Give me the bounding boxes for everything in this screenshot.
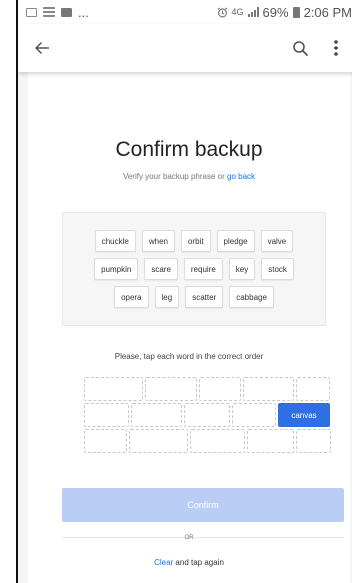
battery-icon: [292, 6, 300, 18]
search-button[interactable]: [282, 28, 318, 68]
empty-slot[interactable]: [232, 403, 276, 427]
or-label: OR: [184, 535, 194, 541]
list-icon: [43, 7, 55, 17]
word-chip[interactable]: chuckle: [94, 230, 136, 252]
word-bank: chuckle when orbit pledge valve pumpkin …: [62, 212, 326, 326]
confirm-button[interactable]: Confirm: [62, 488, 344, 522]
word-row: chuckle when orbit pledge valve: [94, 230, 294, 252]
instruction-text: Please, tap each word in the correct ord…: [114, 352, 264, 361]
word-chip[interactable]: valve: [260, 230, 294, 252]
word-chip[interactable]: require: [183, 258, 223, 280]
app-frame: ... 4G 69% 2:06 PM Confirm backup Verify…: [16, 0, 352, 583]
empty-slot[interactable]: [84, 377, 143, 401]
app-bar: [18, 24, 352, 72]
empty-slot[interactable]: [129, 429, 188, 453]
word-chip[interactable]: cabbage: [229, 286, 274, 308]
selected-word-slot[interactable]: canvas: [278, 403, 330, 427]
empty-slot[interactable]: [84, 429, 127, 453]
search-icon: [292, 40, 308, 56]
back-button[interactable]: [22, 28, 62, 68]
empty-slot[interactable]: [145, 377, 197, 401]
word-chip[interactable]: orbit: [180, 230, 211, 252]
video-icon: [61, 7, 72, 17]
word-row: opera leg scatter cabbage: [114, 286, 274, 308]
word-chip[interactable]: opera: [114, 286, 149, 308]
empty-slot[interactable]: [296, 429, 331, 453]
clear-suffix: and tap again: [175, 558, 224, 567]
empty-slot[interactable]: [243, 377, 294, 401]
slot-row: [84, 377, 334, 401]
empty-slot[interactable]: [247, 429, 294, 453]
empty-slot[interactable]: [184, 403, 230, 427]
status-bar: ... 4G 69% 2:06 PM: [18, 0, 352, 24]
arrow-left-icon: [34, 41, 49, 55]
word-chip[interactable]: scatter: [185, 286, 224, 308]
word-chip[interactable]: leg: [154, 286, 180, 308]
slot-row: [84, 429, 334, 453]
signal-icon: [247, 7, 259, 17]
image-icon: [26, 7, 37, 17]
backup-card: Confirm backup Verify your backup phrase…: [28, 72, 350, 583]
word-chip[interactable]: scare: [144, 258, 178, 280]
word-chip[interactable]: stock: [261, 258, 294, 280]
answer-slots: canvas: [84, 377, 334, 453]
more-options-button[interactable]: [318, 28, 352, 68]
subtitle: Verify your backup phrase or go back: [28, 172, 350, 181]
clear-link[interactable]: Clear: [154, 558, 173, 567]
empty-slot[interactable]: [131, 403, 182, 427]
empty-slot[interactable]: [199, 377, 241, 401]
word-chip[interactable]: pledge: [216, 230, 255, 252]
slot-row: canvas: [84, 403, 334, 427]
word-chip[interactable]: pumpkin: [94, 258, 139, 280]
word-chip[interactable]: key: [228, 258, 256, 280]
content-area: Confirm backup Verify your backup phrase…: [18, 72, 352, 583]
page-title: Confirm backup: [115, 138, 263, 161]
battery-percent: 69%: [262, 4, 289, 20]
word-chip[interactable]: when: [141, 230, 175, 252]
status-right: 4G 69% 2:06 PM: [217, 5, 352, 20]
status-time: 2:06 PM: [303, 4, 352, 20]
word-row: pumpkin scare require key stock: [94, 258, 294, 280]
more-vert-icon: [334, 40, 338, 56]
go-back-link[interactable]: go back: [227, 172, 255, 181]
status-left: ...: [18, 5, 89, 20]
status-ellipsis: ...: [78, 4, 89, 20]
alarm-icon: [217, 6, 227, 17]
empty-slot[interactable]: [296, 377, 330, 401]
empty-slot[interactable]: [84, 403, 129, 427]
empty-slot[interactable]: [190, 429, 245, 453]
clear-row: Clear and tap again: [28, 558, 350, 567]
network-type: 4G: [231, 7, 244, 17]
subtitle-text: Verify your backup phrase or: [122, 172, 225, 181]
app-actions: [282, 28, 352, 68]
